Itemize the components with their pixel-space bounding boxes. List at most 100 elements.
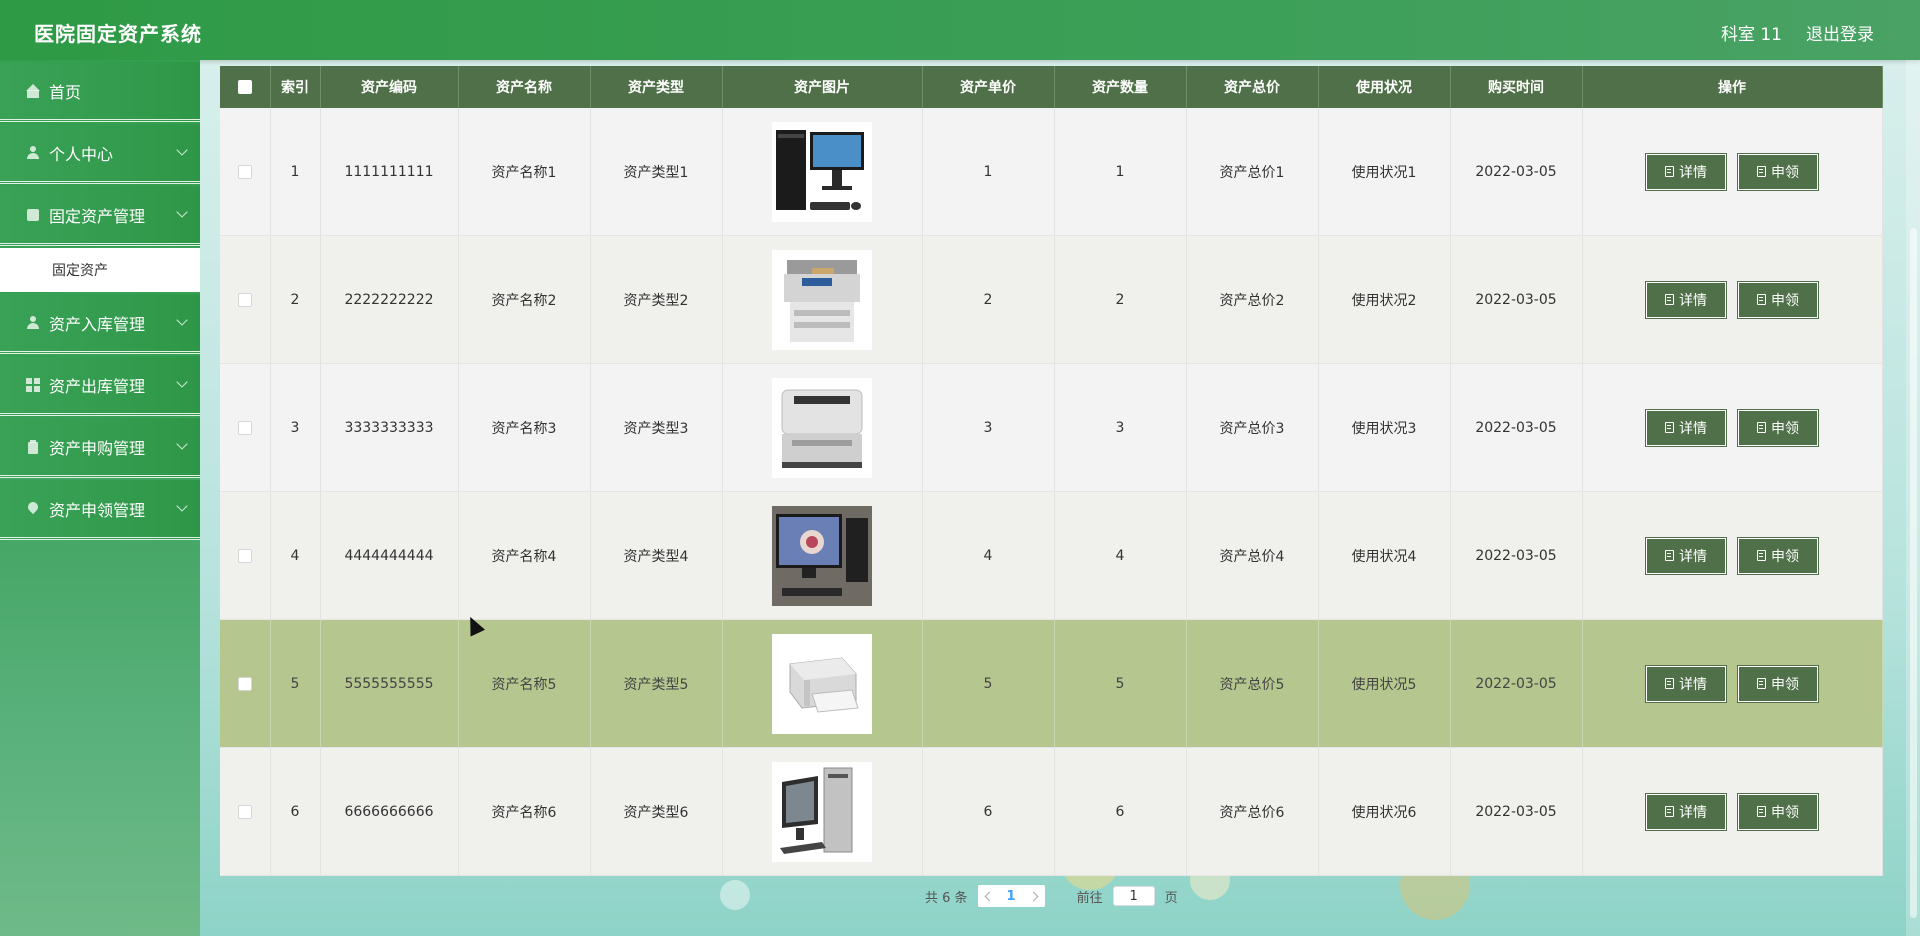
- column-header: 资产名称: [458, 66, 591, 108]
- page-number[interactable]: 1: [1007, 889, 1016, 904]
- unit-price-cell: 4: [922, 491, 1055, 620]
- column-header: 索引: [270, 66, 321, 108]
- asset-image-laser-printer[interactable]: [772, 377, 872, 478]
- asset-code-cell: 3333333333: [320, 363, 459, 492]
- quantity-cell: 3: [1054, 363, 1187, 492]
- chevron-down-icon: [176, 438, 188, 450]
- detail-button[interactable]: 详情: [1645, 280, 1727, 319]
- sidebar-item-asset-inbound[interactable]: 资产入库管理: [0, 294, 200, 354]
- chevron-down-icon: [176, 314, 188, 326]
- decor-bokeh: [720, 880, 750, 910]
- apply-button[interactable]: 申领: [1737, 280, 1819, 319]
- detail-button[interactable]: 详情: [1645, 408, 1727, 447]
- asset-name-cell: 资产名称2: [458, 235, 591, 364]
- sidebar-item-home[interactable]: 首页: [0, 62, 200, 122]
- table-row[interactable]: 6 6666666666 资产名称6 资产类型6 6 6 资产总价6 使用状况6 2022-03…: [220, 747, 1883, 876]
- chevron-left-icon[interactable]: [984, 891, 994, 901]
- apply-button[interactable]: 申领: [1737, 408, 1819, 447]
- sidebar-item-asset-requisition[interactable]: 资产申领管理: [0, 480, 200, 540]
- sidebar-item-label: 资产出库管理: [49, 376, 146, 396]
- asset-image-multifunction-printer[interactable]: [772, 249, 872, 350]
- clipboard-icon: [26, 439, 40, 454]
- asset-image-monitor-computer[interactable]: [772, 505, 872, 606]
- detail-button[interactable]: 详情: [1645, 152, 1727, 191]
- page-scrollbar[interactable]: [1906, 60, 1920, 936]
- apply-button[interactable]: 申领: [1737, 152, 1819, 191]
- document-icon: [1757, 678, 1766, 689]
- asset-code-cell: 5555555555: [320, 619, 459, 748]
- apply-button-label: 申领: [1771, 676, 1799, 693]
- submenu-item-fixed-asset[interactable]: 固定资产: [0, 248, 200, 292]
- goto-page-input[interactable]: [1112, 886, 1155, 906]
- row-select-cell: [220, 747, 271, 876]
- row-select-cell: [220, 235, 271, 364]
- apply-button[interactable]: 申领: [1737, 792, 1819, 831]
- submenu-item-label: 固定资产: [52, 263, 108, 279]
- index-cell: 4: [270, 491, 321, 620]
- sidebar-item-personal-center[interactable]: 个人中心: [0, 124, 200, 184]
- sidebar-item-label: 资产申领管理: [49, 500, 146, 520]
- apply-button[interactable]: 申领: [1737, 536, 1819, 575]
- detail-button[interactable]: 详情: [1645, 536, 1727, 575]
- row-checkbox[interactable]: [237, 420, 252, 435]
- usage-status-cell: 使用状况2: [1318, 235, 1451, 364]
- chevron-right-icon[interactable]: [1028, 891, 1039, 901]
- select-all-checkbox[interactable]: [237, 80, 252, 94]
- column-header: 操作: [1582, 66, 1883, 108]
- purchase-date-cell: 2022-03-05: [1450, 619, 1583, 748]
- quantity-cell: 6: [1054, 747, 1187, 876]
- detail-button[interactable]: 详情: [1645, 664, 1727, 703]
- usage-status-cell: 使用状况5: [1318, 619, 1451, 748]
- asset-name-cell: 资产名称3: [458, 363, 591, 492]
- detail-button[interactable]: 详情: [1645, 792, 1727, 831]
- apply-button[interactable]: 申领: [1737, 664, 1819, 703]
- purchase-date-cell: 2022-03-05: [1450, 491, 1583, 620]
- total-price-cell: 资产总价3: [1186, 363, 1319, 492]
- row-checkbox[interactable]: [237, 292, 252, 307]
- table-row[interactable]: 1 1111111111 资产名称1 资产类型1 1 1 资产总价1 使用状况1 2022-03…: [220, 108, 1883, 236]
- usage-status-cell: 使用状况4: [1318, 491, 1451, 620]
- index-cell: 5: [270, 619, 321, 748]
- table-row[interactable]: 3 3333333333 资产名称3 资产类型3 3 3 资产总价3 使用状况3 2022-03…: [220, 363, 1883, 492]
- user-icon: [26, 145, 40, 160]
- asset-image-cell: [722, 235, 923, 364]
- document-icon: [1665, 294, 1674, 305]
- asset-name-cell: 资产名称4: [458, 491, 591, 620]
- table-row[interactable]: 4 4444444444 资产名称4 资产类型4 4 4 资产总价4 使用状况4 2022-03…: [220, 491, 1883, 620]
- sidebar-item-label: 资产入库管理: [49, 314, 146, 334]
- table-row[interactable]: 2 2222222222 资产名称2 资产类型2 2 2 资产总价2 使用状况2 2022-03…: [220, 235, 1883, 364]
- asset-image-white-printer[interactable]: [772, 633, 872, 734]
- document-icon: [1757, 294, 1766, 305]
- chevron-down-icon: [176, 376, 188, 388]
- actions-cell: 详情 申领: [1582, 619, 1883, 748]
- column-header: 资产数量: [1054, 66, 1187, 108]
- total-price-cell: 资产总价1: [1186, 108, 1319, 236]
- sidebar-item-label: 固定资产管理: [49, 206, 146, 226]
- user-icon: [26, 315, 40, 330]
- asset-image-cell: [722, 363, 923, 492]
- usage-status-cell: 使用状况3: [1318, 363, 1451, 492]
- row-checkbox[interactable]: [237, 676, 252, 691]
- total-price-cell: 资产总价5: [1186, 619, 1319, 748]
- index-cell: 3: [270, 363, 321, 492]
- sidebar-item-fixed-asset-management[interactable]: 固定资产管理: [0, 186, 200, 246]
- sidebar-item-label: 首页: [49, 82, 82, 102]
- document-icon: [1757, 422, 1766, 433]
- asset-image-desktop-computer-2[interactable]: [772, 761, 872, 862]
- sidebar-item-asset-purchase[interactable]: 资产申购管理: [0, 418, 200, 478]
- row-checkbox[interactable]: [237, 164, 252, 179]
- scroll-thumb[interactable]: [1910, 228, 1917, 918]
- asset-image-desktop-computer[interactable]: [772, 121, 872, 222]
- purchase-date-cell: 2022-03-05: [1450, 108, 1583, 236]
- actions-cell: 详情 申领: [1582, 235, 1883, 364]
- document-icon: [1757, 806, 1766, 817]
- logout-link[interactable]: 退出登录: [1806, 20, 1874, 45]
- row-select-cell: [220, 108, 271, 236]
- table-row[interactable]: 5 5555555555 资产名称5 资产类型5 5 5 资产总价5 使用状况5 2022-03…: [220, 619, 1883, 748]
- row-checkbox[interactable]: [237, 548, 252, 563]
- page-suffix: 页: [1164, 890, 1178, 906]
- sidebar-item-asset-outbound[interactable]: 资产出库管理: [0, 356, 200, 416]
- row-checkbox[interactable]: [237, 804, 252, 819]
- detail-button-label: 详情: [1679, 548, 1707, 565]
- current-user[interactable]: 科室 11: [1721, 20, 1782, 45]
